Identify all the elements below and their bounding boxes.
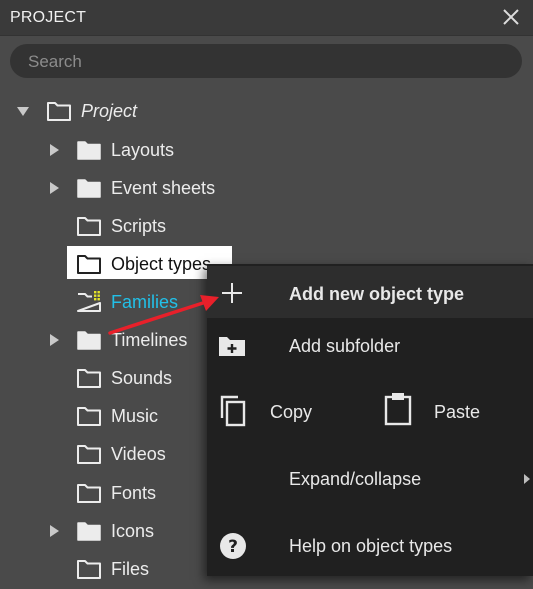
- tree-item-scripts[interactable]: Scripts: [0, 211, 300, 241]
- tree-item-label: Files: [111, 559, 150, 579]
- tree-item-families[interactable]: Families: [0, 287, 206, 317]
- clipboard-icon: [384, 393, 412, 426]
- folder-outline-icon: [77, 560, 101, 579]
- tree-item-object-types[interactable]: Object types: [0, 249, 232, 279]
- search-box: [10, 44, 522, 78]
- families-folder-icon: [77, 291, 101, 312]
- tree-item-project[interactable]: Project: [0, 96, 300, 126]
- expand-arrow-right-icon[interactable]: [48, 181, 60, 195]
- folder-outline-icon: [77, 217, 101, 236]
- tree-item-label: Layouts: [111, 140, 175, 160]
- expand-arrow-down-icon[interactable]: [16, 105, 30, 117]
- menu-item-copy[interactable]: Copy: [207, 384, 377, 440]
- tree-item-label: Music: [111, 406, 159, 426]
- panel-title: PROJECT: [10, 9, 87, 26]
- tree-item-label: Fonts: [111, 483, 157, 503]
- tree-item-label: Families: [111, 292, 179, 312]
- tree-item-label: Videos: [111, 444, 166, 464]
- tree-item-label: Timelines: [111, 330, 188, 350]
- tree-item-label: Object types: [111, 254, 212, 274]
- tree-item-sounds[interactable]: Sounds: [0, 363, 206, 393]
- tree-item-files[interactable]: Files: [0, 554, 206, 584]
- menu-item-paste[interactable]: Paste: [377, 384, 533, 440]
- tree-item-event-sheets[interactable]: Event sheets: [0, 173, 300, 203]
- menu-item-label: Paste: [434, 402, 481, 422]
- svg-text:?: ?: [228, 537, 238, 557]
- tree-item-fonts[interactable]: Fonts: [0, 478, 206, 508]
- menu-item-label: Add new object type: [289, 284, 465, 304]
- folder-filled-icon: [77, 522, 101, 541]
- menu-item-label: Copy: [270, 402, 313, 422]
- tree-item-layouts[interactable]: Layouts: [0, 135, 300, 165]
- menu-item-add-subfolder[interactable]: Add subfolder: [207, 320, 533, 372]
- project-panel: PROJECT Project Layouts Eve: [0, 0, 533, 589]
- tree-item-music[interactable]: Music: [0, 401, 206, 431]
- add-folder-icon: [219, 337, 245, 356]
- tree-item-timelines[interactable]: Timelines: [0, 325, 206, 355]
- folder-outline-icon: [77, 255, 101, 274]
- tree-item-videos[interactable]: Videos: [0, 439, 206, 469]
- folder-outline-icon: [77, 445, 101, 464]
- folder-filled-icon: [77, 179, 101, 198]
- context-menu: Add new object type Add subfolder Copy P…: [207, 264, 533, 576]
- search-input[interactable]: [28, 52, 498, 72]
- folder-outline-icon: [77, 484, 101, 503]
- folder-outline-icon: [47, 102, 71, 121]
- tree-item-label: Icons: [111, 521, 155, 541]
- menu-item-label: Add subfolder: [289, 336, 401, 356]
- tree-item-label: Project: [81, 101, 138, 121]
- folder-filled-icon: [77, 331, 101, 350]
- menu-item-label: Expand/collapse: [289, 469, 422, 489]
- menu-item-expand-collapse[interactable]: Expand/collapse: [207, 454, 533, 506]
- tree-item-label: Event sheets: [111, 178, 216, 198]
- tree-item-label: Scripts: [111, 216, 167, 236]
- expand-arrow-right-icon[interactable]: [48, 333, 60, 347]
- menu-item-help-on-object-types[interactable]: ? Help on object types: [207, 520, 533, 572]
- tree-item-icons[interactable]: Icons: [0, 516, 206, 546]
- close-icon[interactable]: [499, 5, 523, 29]
- copy-icon: [220, 395, 246, 427]
- folder-outline-icon: [77, 369, 101, 388]
- menu-item-label: Help on object types: [289, 536, 453, 556]
- folder-filled-icon: [77, 141, 101, 160]
- expand-arrow-right-icon[interactable]: [48, 143, 60, 157]
- plus-icon: [222, 283, 242, 303]
- help-icon: ?: [220, 533, 246, 559]
- expand-arrow-right-icon[interactable]: [48, 524, 60, 538]
- submenu-arrow-icon: [524, 474, 530, 484]
- menu-item-add-new-object-type[interactable]: Add new object type: [207, 266, 533, 318]
- folder-outline-icon: [77, 407, 101, 426]
- tree-item-label: Sounds: [111, 368, 173, 388]
- panel-header: PROJECT: [0, 0, 533, 36]
